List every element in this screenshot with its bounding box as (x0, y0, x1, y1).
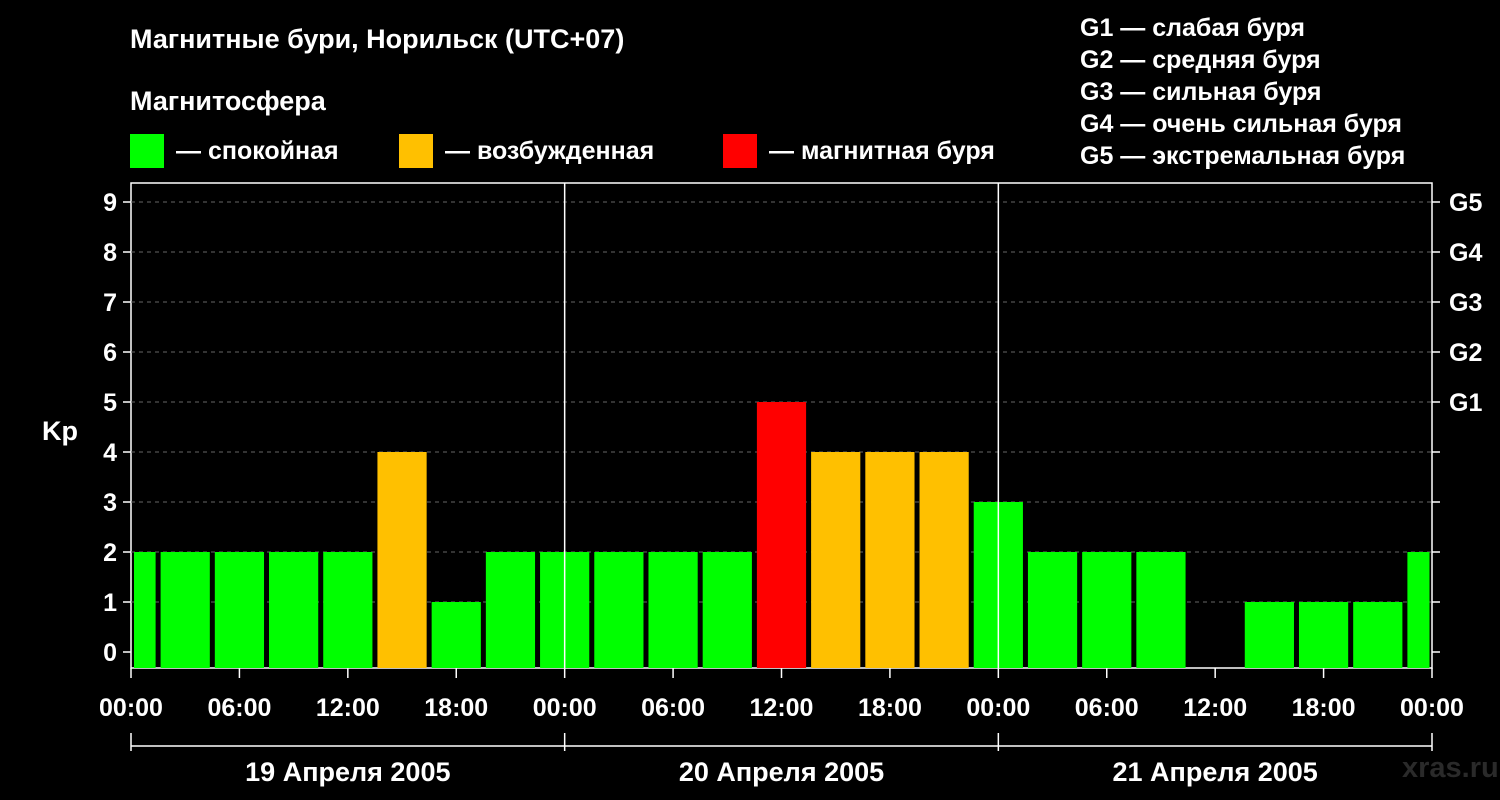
kp-bar (1298, 602, 1349, 668)
kp-bar (648, 552, 698, 668)
y-tick-label: 3 (103, 489, 117, 517)
x-tick-label: 18:00 (424, 694, 488, 722)
y-tick-label: 7 (103, 289, 117, 317)
day-label: 20 Апреля 2005 (679, 757, 884, 787)
kp-bar (919, 452, 969, 668)
day-label: 19 Апреля 2005 (245, 757, 450, 787)
kp-bar (134, 552, 156, 668)
g-scale-label: G2 (1449, 339, 1482, 367)
kp-bar-chart: 0 1 2 3 4 5 6 7 8 9 G1 G2 G3 G4 G5 Kp 00:00 06:00 12:00 18:… (42, 182, 1482, 787)
x-tick-label: 18:00 (1292, 694, 1356, 722)
g-scale-label: G3 (1449, 289, 1482, 317)
x-tick-label: 12:00 (750, 694, 814, 722)
y-axis-label: Kp (42, 416, 78, 446)
y-tick-label: 0 (103, 639, 117, 667)
kp-bar (323, 552, 373, 668)
x-tick-label: 00:00 (1400, 694, 1464, 722)
g-scale-label: G4 (1449, 239, 1482, 267)
kp-bar (594, 552, 644, 668)
kp-bar (1136, 552, 1186, 668)
g-scale-label: G5 (1449, 189, 1482, 217)
kp-bar (1244, 602, 1294, 668)
kp-bar (865, 452, 915, 668)
x-tick-label: 06:00 (1075, 694, 1139, 722)
y-tick-label: 6 (103, 339, 117, 367)
x-tick-label: 00:00 (966, 694, 1030, 722)
kp-bar (431, 602, 481, 668)
x-tick-label: 06:00 (641, 694, 705, 722)
x-tick-label: 12:00 (316, 694, 380, 722)
kp-bar (1027, 552, 1078, 668)
g-scale-label: G1 (1449, 389, 1482, 417)
y-tick-label: 8 (103, 239, 117, 267)
x-tick-label: 18:00 (858, 694, 922, 722)
kp-bar (1407, 552, 1430, 668)
kp-bar (160, 552, 210, 668)
kp-bar (702, 552, 752, 668)
kp-bar (1353, 602, 1403, 668)
y-tick-label: 9 (103, 189, 117, 217)
day-label: 21 Апреля 2005 (1113, 757, 1318, 787)
kp-bar (269, 552, 319, 668)
kp-bar (811, 452, 861, 668)
y-tick-label: 5 (103, 389, 117, 417)
kp-bar (756, 402, 807, 668)
y-tick-label: 4 (103, 439, 117, 467)
kp-bar (377, 452, 427, 668)
y-tick-label: 1 (103, 589, 117, 617)
x-tick-label: 00:00 (533, 694, 597, 722)
kp-bar (1082, 552, 1132, 668)
x-tick-label: 00:00 (99, 694, 163, 722)
y-tick-label: 2 (103, 539, 117, 567)
kp-bar (214, 552, 265, 668)
x-tick-label: 12:00 (1183, 694, 1247, 722)
x-tick-label: 06:00 (207, 694, 271, 722)
kp-bar (485, 552, 536, 668)
